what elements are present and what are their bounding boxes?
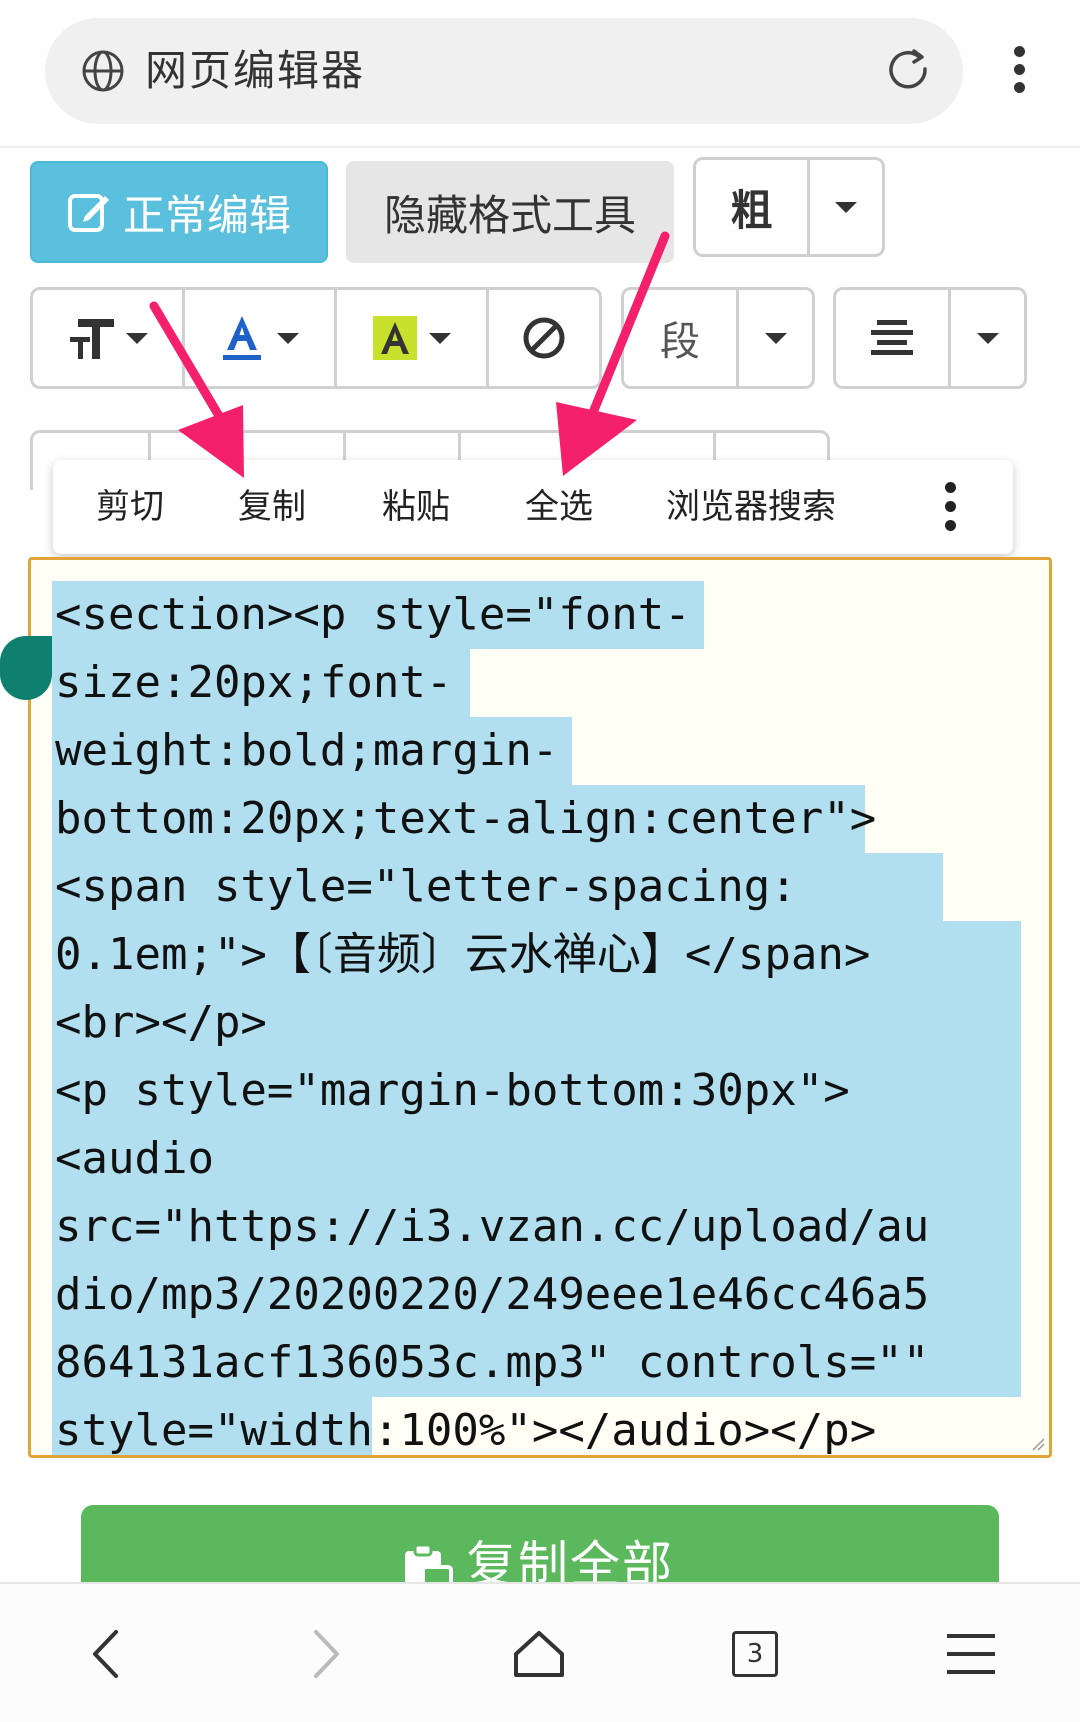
tab-count: 3 [746, 1639, 764, 1669]
code-line: weight:bold;margin- [55, 725, 559, 776]
more-vertical-icon[interactable] [940, 482, 960, 532]
normal-edit-label: 正常编辑 [122, 190, 291, 240]
menu-button[interactable] [926, 1584, 1016, 1722]
align-dropdown-button[interactable] [951, 290, 1024, 386]
menu-item-select-all[interactable]: 全选 [525, 460, 593, 554]
font-color-icon [222, 316, 261, 360]
forward-button[interactable] [282, 1584, 372, 1722]
normal-edit-button[interactable]: 正常编辑 [30, 161, 328, 263]
paragraph-label: 段 [660, 319, 700, 365]
highlight-color-button[interactable] [337, 290, 489, 386]
menu-item-browser-search[interactable]: 浏览器搜索 [666, 460, 836, 554]
hide-format-tools-button[interactable]: 隐藏格式工具 [346, 161, 674, 263]
paragraph-button-group: 段 [621, 287, 815, 389]
paragraph-button[interactable]: 段 [624, 290, 739, 386]
page-title: 网页编辑器 [145, 46, 366, 95]
code-line: src="https://i3.vzan.cc/upload/au [55, 1201, 930, 1252]
highlight-color-icon [372, 316, 417, 360]
address-bar[interactable]: 网页编辑器 [45, 18, 963, 124]
format-button-group [30, 287, 602, 389]
chevron-down-icon [125, 332, 148, 344]
divider [0, 146, 1080, 148]
tabs-icon: 3 [732, 1631, 778, 1677]
font-color-button[interactable] [185, 290, 337, 386]
clear-format-button[interactable] [489, 290, 599, 386]
chevron-down-icon [764, 332, 787, 344]
menu-icon [947, 1634, 995, 1674]
globe-icon [82, 50, 124, 92]
edit-icon [67, 194, 109, 232]
text-selection-context-menu: 剪切 复制 粘贴 全选 浏览器搜索 [53, 460, 1013, 554]
chevron-down-icon [428, 332, 451, 344]
code-line: <span style="letter-spacing: [55, 861, 797, 912]
resize-grip-icon[interactable] [1031, 1437, 1045, 1451]
align-button-group [833, 287, 1027, 389]
code-line: bottom:20px;text-align:center"> [55, 793, 877, 844]
code-line: size:20px;font- [55, 657, 453, 708]
tabs-button[interactable]: 3 [710, 1584, 800, 1722]
clear-format-icon [523, 317, 565, 359]
back-icon [93, 1630, 118, 1678]
bold-dropdown-button[interactable] [810, 160, 882, 254]
hide-format-tools-label: 隐藏格式工具 [383, 190, 636, 240]
code-line: style="width:100%"></audio></p> [55, 1405, 877, 1456]
browser-bottom-nav: 3 [0, 1582, 1080, 1722]
code-line: 0.1em;">【〔音频〕云水禅心】</span> [55, 929, 871, 980]
menu-item-copy[interactable]: 复制 [238, 460, 306, 554]
menu-item-paste[interactable]: 粘贴 [382, 460, 450, 554]
code-line: dio/mp3/20200220/249eee1e46cc46a5 [55, 1269, 930, 1320]
forward-icon [314, 1630, 339, 1678]
code-line: <audio [55, 1133, 214, 1184]
font-size-icon [69, 319, 114, 359]
paragraph-dropdown-button[interactable] [739, 290, 812, 386]
bold-label: 粗 [730, 185, 773, 235]
html-source-editor[interactable]: <section><p style="font- size:20px;font-… [28, 557, 1052, 1458]
chevron-down-icon [835, 201, 857, 213]
code-line: 864131acf136053c.mp3" controls="" [55, 1337, 930, 1388]
home-icon [514, 1631, 564, 1677]
font-size-button[interactable] [33, 290, 185, 386]
bold-button-group: 粗 [693, 157, 885, 257]
more-vertical-icon[interactable] [1004, 42, 1034, 98]
chevron-down-icon [276, 332, 299, 344]
bold-button[interactable]: 粗 [696, 160, 810, 254]
code-line: <p style="margin-bottom:30px"> [55, 1065, 850, 1116]
code-line: <br></p> [55, 997, 267, 1048]
selection-handle[interactable] [0, 636, 52, 700]
code-line: <section><p style="font- [55, 589, 691, 640]
chevron-down-icon [976, 332, 999, 344]
align-center-icon [871, 320, 913, 355]
align-button[interactable] [836, 290, 951, 386]
reload-icon[interactable] [885, 47, 933, 95]
menu-item-cut[interactable]: 剪切 [96, 460, 164, 554]
back-button[interactable] [60, 1584, 150, 1722]
home-button[interactable] [494, 1584, 584, 1722]
